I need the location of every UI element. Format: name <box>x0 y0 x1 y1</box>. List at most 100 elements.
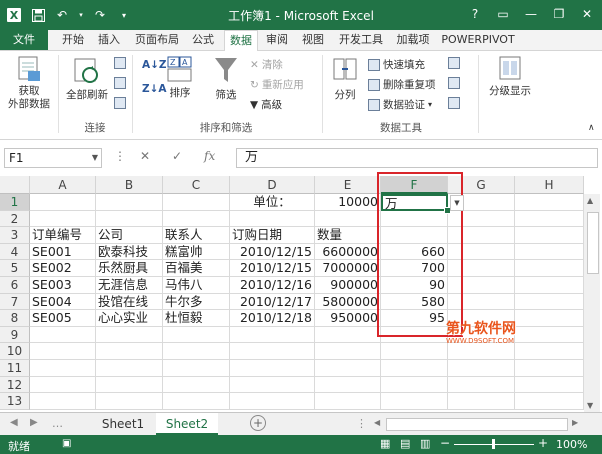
cell-c6[interactable]: 马伟八 <box>163 277 230 294</box>
cell-d2[interactable] <box>230 210 315 228</box>
remove-duplicates-button[interactable]: 删除重复项 <box>368 77 436 92</box>
cell-f4[interactable]: 660 <box>381 243 448 261</box>
scroll-left-icon[interactable]: ◀ <box>374 418 380 427</box>
cell-a12[interactable] <box>30 376 96 394</box>
column-header-f[interactable]: F <box>381 176 448 194</box>
cell-e2[interactable] <box>315 210 381 228</box>
cell-g13[interactable] <box>448 393 515 410</box>
cell-d1[interactable]: 单位： <box>230 194 315 211</box>
cell-f6[interactable]: 90 <box>381 277 448 294</box>
outline-button[interactable]: 分级显示 <box>482 55 538 98</box>
cell-g7[interactable] <box>448 293 515 311</box>
row-header-13[interactable]: 13 <box>0 393 30 410</box>
sheet-tab-sheet1[interactable]: Sheet1 <box>92 413 154 435</box>
refresh-all-button[interactable]: 全部刷新 <box>62 55 112 102</box>
cell-c12[interactable] <box>163 376 230 394</box>
cell-g3[interactable] <box>448 227 515 244</box>
chevron-down-icon[interactable]: ▼ <box>92 149 98 167</box>
cell-h12[interactable] <box>515 376 584 394</box>
scroll-up-icon[interactable]: ▲ <box>587 196 593 205</box>
cell-d5[interactable]: 2010/12/15 <box>230 260 315 277</box>
macro-record-icon[interactable]: ▣ <box>62 438 71 449</box>
row-header-8[interactable]: 8 <box>0 310 30 327</box>
row-header-3[interactable]: 3 <box>0 227 30 244</box>
column-header-b[interactable]: B <box>96 176 163 194</box>
zoom-out-icon[interactable]: − <box>440 436 450 450</box>
minimize-button[interactable]: — <box>518 3 544 25</box>
tab-page-layout[interactable]: 页面布局 <box>130 30 184 50</box>
filter-button[interactable]: 筛选 <box>208 55 244 102</box>
clear-filter-button[interactable]: ✕ 清除 <box>250 57 283 72</box>
cell-a6[interactable]: SE003 <box>30 277 96 294</box>
cell-c11[interactable] <box>163 360 230 377</box>
cell-f11[interactable] <box>381 360 448 377</box>
cell-d10[interactable] <box>230 343 315 360</box>
cell-d11[interactable] <box>230 360 315 377</box>
cell-g2[interactable] <box>448 210 515 228</box>
cell-c5[interactable]: 百福美 <box>163 260 230 277</box>
cell-c4[interactable]: 糕富帅 <box>163 243 230 261</box>
insert-function-icon[interactable]: fx <box>204 149 215 163</box>
add-sheet-icon[interactable]: + <box>250 415 266 431</box>
ribbon-display-button[interactable]: ▭ <box>490 3 516 25</box>
cell-f2[interactable] <box>381 210 448 228</box>
cell-e6[interactable]: 900000 <box>315 277 381 294</box>
cancel-icon[interactable]: ✕ <box>140 149 150 163</box>
cell-a3[interactable]: 订单编号 <box>30 227 96 244</box>
tab-addins[interactable]: 加载项 <box>392 30 434 50</box>
advanced-filter-button[interactable]: ▼ 高级 <box>250 97 282 112</box>
tab-formulas[interactable]: 公式 <box>188 30 218 50</box>
consolidate-button[interactable] <box>448 57 460 69</box>
tab-developer[interactable]: 开发工具 <box>334 30 388 50</box>
sort-button[interactable]: ZA 排序 <box>164 55 196 100</box>
cell-e9[interactable] <box>315 326 381 344</box>
more-sheets-icon[interactable]: … <box>52 417 63 430</box>
close-button[interactable]: ✕ <box>574 3 600 25</box>
cell-a1[interactable] <box>30 194 96 211</box>
cell-e5[interactable]: 7000000 <box>315 260 381 277</box>
cell-h11[interactable] <box>515 360 584 377</box>
zoom-slider-thumb[interactable] <box>492 439 495 449</box>
cell-b8[interactable]: 心心实业 <box>96 310 163 327</box>
cell-b9[interactable] <box>96 326 163 344</box>
cell-a4[interactable]: SE001 <box>30 243 96 261</box>
cell-e7[interactable]: 5800000 <box>315 293 381 311</box>
cell-a7[interactable]: SE004 <box>30 293 96 311</box>
column-header-g[interactable]: G <box>448 176 515 194</box>
row-header-12[interactable]: 12 <box>0 376 30 394</box>
cell-a11[interactable] <box>30 360 96 377</box>
tab-home[interactable]: 开始 <box>58 30 88 50</box>
cell-d4[interactable]: 2010/12/15 <box>230 243 315 261</box>
formula-input[interactable]: 万 <box>236 148 598 168</box>
column-header-c[interactable]: C <box>163 176 230 194</box>
row-header-11[interactable]: 11 <box>0 360 30 377</box>
cell-h3[interactable] <box>515 227 584 244</box>
zoom-level[interactable]: 100% <box>556 438 587 451</box>
cell-c10[interactable] <box>163 343 230 360</box>
cell-dropdown-button[interactable]: ▼ <box>450 195 464 211</box>
cell-h5[interactable] <box>515 260 584 277</box>
column-header-e[interactable]: E <box>315 176 381 194</box>
cell-f1[interactable]: 万 <box>381 194 448 211</box>
cell-b2[interactable] <box>96 210 163 228</box>
row-header-6[interactable]: 6 <box>0 277 30 294</box>
cell-g11[interactable] <box>448 360 515 377</box>
reapply-button[interactable]: ↻ 重新应用 <box>250 77 304 92</box>
scroll-thumb[interactable] <box>587 212 599 274</box>
cell-a9[interactable] <box>30 326 96 344</box>
cell-g4[interactable] <box>448 243 515 261</box>
cell-f7[interactable]: 580 <box>381 293 448 311</box>
cell-a10[interactable] <box>30 343 96 360</box>
relationships-button[interactable] <box>448 97 460 109</box>
get-external-data-button[interactable]: 获取 外部数据 <box>4 55 54 111</box>
cell-b11[interactable] <box>96 360 163 377</box>
data-validation-button[interactable]: 数据验证 ▾ <box>368 97 432 112</box>
cell-e13[interactable] <box>315 393 381 410</box>
cell-b1[interactable] <box>96 194 163 211</box>
row-header-10[interactable]: 10 <box>0 343 30 360</box>
connections-button[interactable] <box>114 57 126 69</box>
enter-icon[interactable]: ✓ <box>172 149 182 163</box>
cell-a2[interactable] <box>30 210 96 228</box>
row-header-2[interactable]: 2 <box>0 210 30 228</box>
tab-data[interactable]: 数据 <box>224 30 258 52</box>
